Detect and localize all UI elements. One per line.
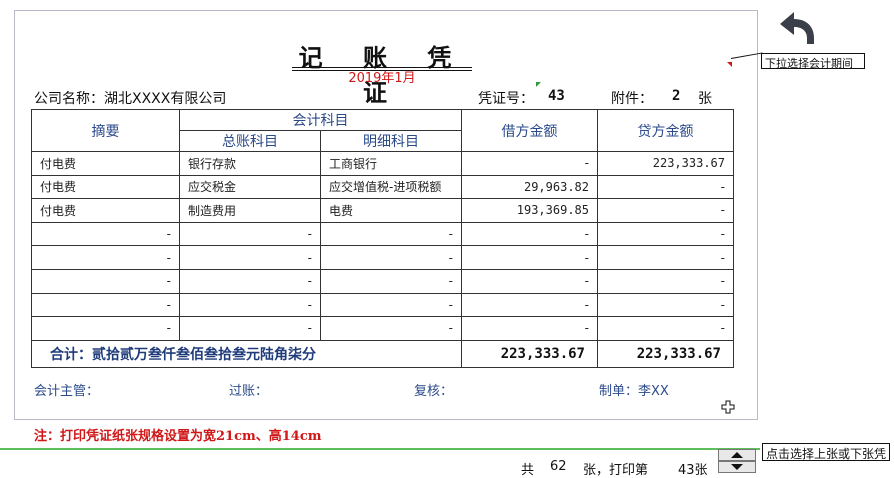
credit-cell[interactable]: - bbox=[597, 245, 734, 270]
back-arrow-icon[interactable] bbox=[776, 8, 820, 46]
credit-cell[interactable]: 223,333.67 bbox=[597, 151, 734, 176]
general-account-cell[interactable]: - bbox=[179, 292, 321, 318]
general-account-cell[interactable]: - bbox=[179, 316, 321, 341]
table-row: ----- bbox=[31, 245, 734, 270]
debit-cell[interactable]: - bbox=[461, 316, 598, 341]
summary-cell[interactable]: - bbox=[31, 292, 180, 318]
total-row: 合计：贰拾贰万叁仟叁佰叁拾叁元陆角柒分 223,333.67 223,333.6… bbox=[31, 339, 734, 368]
page-break-line bbox=[0, 448, 760, 450]
summary-cell[interactable]: 付电费 bbox=[31, 174, 180, 200]
total-amount-in-words: 合计：贰拾贰万叁仟叁佰叁拾叁元陆角柒分 bbox=[31, 339, 462, 368]
comment-indicator bbox=[727, 62, 732, 67]
footer-current-voucher: 43张 bbox=[678, 463, 708, 478]
previous-voucher-button[interactable] bbox=[718, 449, 756, 461]
total-debit: 223,333.67 bbox=[461, 339, 598, 368]
detail-account-cell[interactable]: - bbox=[320, 316, 462, 341]
debit-cell[interactable]: - bbox=[461, 245, 598, 270]
cross-cursor-icon bbox=[721, 400, 735, 414]
arrow-up-icon bbox=[731, 452, 743, 458]
voucher-number-value[interactable]: 43 bbox=[548, 88, 565, 104]
review-signature: 复核： bbox=[414, 384, 454, 399]
debit-cell[interactable]: - bbox=[461, 292, 598, 318]
voucher-table: 摘要 会计科目 借方金额 贷方金额 总账科目 明细科目 付电费 银行存款 工商银行 -… bbox=[31, 109, 734, 368]
table-row: 付电费 应交税金 应交增值税-进项税额 29,963.82- bbox=[31, 174, 734, 200]
summary-cell[interactable]: - bbox=[31, 221, 180, 247]
summary-cell[interactable]: - bbox=[31, 245, 180, 270]
credit-cell[interactable]: - bbox=[597, 268, 734, 294]
footer-print-label: 张，打印第 bbox=[583, 463, 649, 478]
table-row: ----- bbox=[31, 268, 734, 294]
arrow-down-icon bbox=[731, 464, 743, 470]
general-account-cell[interactable]: 银行存款 bbox=[179, 151, 321, 176]
header-general-account: 总账科目 bbox=[179, 130, 321, 152]
header-account: 会计科目 bbox=[179, 109, 462, 131]
table-row: ----- bbox=[31, 292, 734, 318]
summary-cell[interactable]: 付电费 bbox=[31, 151, 180, 176]
debit-cell[interactable]: 193,369.85 bbox=[461, 198, 598, 223]
general-account-cell[interactable]: - bbox=[179, 245, 321, 270]
company-name: 湖北XXXX有限公司 bbox=[104, 91, 227, 107]
detail-account-cell[interactable]: - bbox=[320, 245, 462, 270]
credit-cell[interactable]: - bbox=[597, 292, 734, 318]
detail-account-cell[interactable]: 电费 bbox=[320, 198, 462, 223]
detail-account-cell[interactable]: 应交增值税-进项税额 bbox=[320, 174, 462, 200]
company-label: 公司名称： bbox=[34, 91, 104, 107]
table-row: ----- bbox=[31, 316, 734, 341]
summary-cell[interactable]: - bbox=[31, 268, 180, 294]
general-account-cell[interactable]: - bbox=[179, 221, 321, 247]
attachments-field: 附件： bbox=[611, 88, 653, 108]
attachments-unit: 张 bbox=[698, 91, 712, 107]
credit-cell[interactable]: - bbox=[597, 316, 734, 341]
detail-account-cell[interactable]: - bbox=[320, 268, 462, 294]
header-debit: 借方金额 bbox=[461, 109, 598, 152]
table-row: 付电费 银行存款 工商银行 -223,333.67 bbox=[31, 151, 734, 176]
cell-error-indicator bbox=[536, 82, 541, 87]
print-note: 注：打印凭证纸张规格设置为宽21cm、高14cm bbox=[34, 429, 322, 444]
credit-cell[interactable]: - bbox=[597, 221, 734, 247]
detail-account-cell[interactable]: 工商银行 bbox=[320, 151, 462, 176]
next-voucher-button[interactable] bbox=[718, 461, 756, 473]
header-summary: 摘要 bbox=[31, 109, 180, 152]
footer-total-count: 62 bbox=[550, 459, 567, 474]
debit-cell[interactable]: - bbox=[461, 221, 598, 247]
preparer-signature: 制单：李XX bbox=[599, 384, 669, 399]
debit-cell[interactable]: 29,963.82 bbox=[461, 174, 598, 200]
debit-cell[interactable]: - bbox=[461, 268, 598, 294]
footer-total-prefix: 共 bbox=[521, 463, 535, 478]
total-credit: 223,333.67 bbox=[597, 339, 734, 368]
table-row: ----- bbox=[31, 221, 734, 247]
general-account-cell[interactable]: 应交税金 bbox=[179, 174, 321, 200]
credit-cell[interactable]: - bbox=[597, 198, 734, 223]
accounting-period[interactable]: 2019年1月 bbox=[332, 67, 432, 86]
attachments-label: 附件： bbox=[611, 91, 653, 107]
general-account-cell[interactable]: - bbox=[179, 268, 321, 294]
nav-hint-comment: 点击选择上张或下张凭 bbox=[762, 443, 890, 461]
attachments-count: 2 bbox=[672, 88, 681, 104]
supervisor-signature: 会计主管： bbox=[34, 384, 100, 399]
general-account-cell[interactable]: 制造费用 bbox=[179, 198, 321, 223]
credit-cell[interactable]: - bbox=[597, 174, 734, 200]
voucher-spinner[interactable] bbox=[718, 449, 756, 473]
table-row: 付电费 制造费用 电费 193,369.85- bbox=[31, 198, 734, 223]
posting-signature: 过账： bbox=[229, 384, 269, 399]
summary-cell[interactable]: - bbox=[31, 316, 180, 341]
summary-cell[interactable]: 付电费 bbox=[31, 198, 180, 223]
header-detail-account: 明细科目 bbox=[320, 130, 462, 152]
company-field: 公司名称：湖北XXXX有限公司 bbox=[34, 88, 226, 108]
period-hint-comment: 下拉选择会计期间 bbox=[761, 53, 865, 70]
detail-account-cell[interactable]: - bbox=[320, 292, 462, 318]
detail-account-cell[interactable]: - bbox=[320, 221, 462, 247]
voucher-number-field: 凭证号： bbox=[478, 88, 534, 108]
voucher-number-label: 凭证号： bbox=[478, 91, 534, 107]
debit-cell[interactable]: - bbox=[461, 151, 598, 176]
header-credit: 贷方金额 bbox=[597, 109, 734, 152]
